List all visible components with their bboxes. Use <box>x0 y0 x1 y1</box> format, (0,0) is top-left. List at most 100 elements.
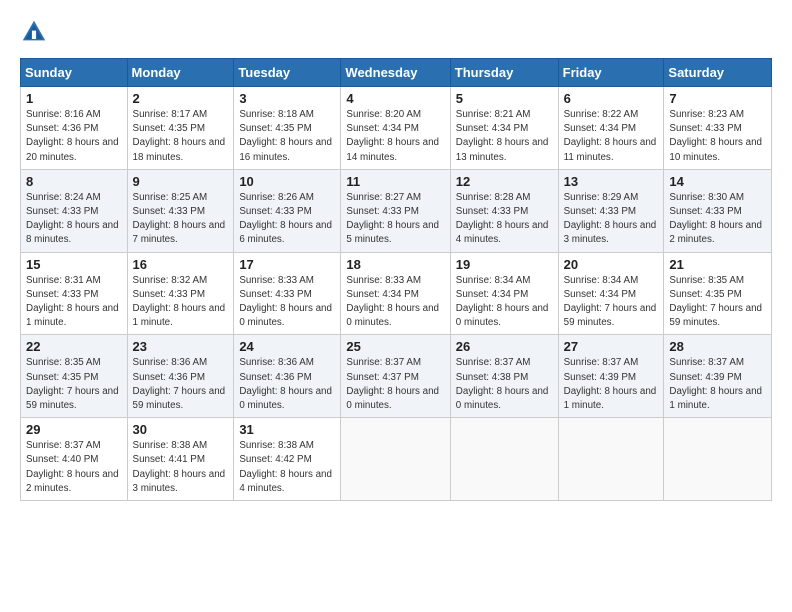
calendar: SundayMondayTuesdayWednesdayThursdayFrid… <box>20 58 772 501</box>
day-info: Sunrise: 8:23 AMSunset: 4:33 PMDaylight:… <box>669 108 766 165</box>
day-info: Sunrise: 8:29 AMSunset: 4:33 PMDaylight:… <box>564 191 659 248</box>
day-number: 28 <box>669 339 766 354</box>
calendar-cell: 27Sunrise: 8:37 AMSunset: 4:39 PMDayligh… <box>558 335 664 418</box>
day-info: Sunrise: 8:37 AMSunset: 4:40 PMDaylight:… <box>26 439 122 496</box>
calendar-cell: 7 Sunrise: 8:23 AMSunset: 4:33 PMDaylight… <box>664 87 772 170</box>
day-number: 19 <box>456 257 553 272</box>
calendar-cell: 23Sunrise: 8:36 AMSunset: 4:36 PMDayligh… <box>127 335 234 418</box>
calendar-cell: 18Sunrise: 8:33 AMSunset: 4:34 PMDayligh… <box>341 252 450 335</box>
calendar-cell: 26 Sunrise: 8:37 AMSunset: 4:38 PMDayligh… <box>450 335 558 418</box>
day-info: Sunrise: 8:28 AMSunset: 4:33 PMDaylight:… <box>456 191 553 248</box>
col-header-wednesday: Wednesday <box>341 59 450 87</box>
day-number: 5 <box>456 91 553 106</box>
day-info: Sunrise: 8:17 AMSunset: 4:35 PMDaylight:… <box>133 108 229 165</box>
calendar-cell: 3 Sunrise: 8:18 AMSunset: 4:35 PMDaylight… <box>234 87 341 170</box>
header <box>20 18 772 46</box>
day-number: 16 <box>133 257 229 272</box>
calendar-cell: 15 Sunrise: 8:31 AMSunset: 4:33 PMDayligh… <box>21 252 128 335</box>
calendar-week-1: 1 Sunrise: 8:16 AMSunset: 4:36 PMDaylight… <box>21 87 772 170</box>
day-info: Sunrise: 8:26 AMSunset: 4:33 PMDaylight:… <box>239 191 335 248</box>
day-info: Sunrise: 8:34 AMSunset: 4:34 PMDaylight:… <box>456 274 553 331</box>
calendar-cell <box>664 418 772 501</box>
day-info: Sunrise: 8:30 AMSunset: 4:33 PMDaylight:… <box>669 191 766 248</box>
day-number: 27 <box>564 339 659 354</box>
day-number: 1 <box>26 91 122 106</box>
day-number: 8 <box>26 174 122 189</box>
day-number: 7 <box>669 91 766 106</box>
day-info: Sunrise: 8:25 AMSunset: 4:33 PMDaylight:… <box>133 191 229 248</box>
calendar-cell: 28 Sunrise: 8:37 AMSunset: 4:39 PMDayligh… <box>664 335 772 418</box>
day-number: 6 <box>564 91 659 106</box>
calendar-cell: 5 Sunrise: 8:21 AMSunset: 4:34 PMDaylight… <box>450 87 558 170</box>
day-info: Sunrise: 8:37 AMSunset: 4:39 PMDaylight:… <box>669 356 766 413</box>
day-number: 26 <box>456 339 553 354</box>
calendar-cell <box>558 418 664 501</box>
calendar-cell: 9 Sunrise: 8:25 AMSunset: 4:33 PMDaylight… <box>127 169 234 252</box>
day-info: Sunrise: 8:37 AMSunset: 4:37 PMDaylight:… <box>346 356 444 413</box>
day-number: 29 <box>26 422 122 437</box>
calendar-cell: 12 Sunrise: 8:28 AMSunset: 4:33 PMDayligh… <box>450 169 558 252</box>
day-number: 2 <box>133 91 229 106</box>
day-number: 22 <box>26 339 122 354</box>
calendar-cell: 1 Sunrise: 8:16 AMSunset: 4:36 PMDaylight… <box>21 87 128 170</box>
calendar-cell: 25 Sunrise: 8:37 AMSunset: 4:37 PMDayligh… <box>341 335 450 418</box>
day-number: 4 <box>346 91 444 106</box>
day-number: 11 <box>346 174 444 189</box>
day-number: 23 <box>133 339 229 354</box>
calendar-week-2: 8 Sunrise: 8:24 AMSunset: 4:33 PMDaylight… <box>21 169 772 252</box>
col-header-friday: Friday <box>558 59 664 87</box>
day-info: Sunrise: 8:21 AMSunset: 4:34 PMDaylight:… <box>456 108 553 165</box>
day-info: Sunrise: 8:16 AMSunset: 4:36 PMDaylight:… <box>26 108 122 165</box>
day-number: 18 <box>346 257 444 272</box>
col-header-saturday: Saturday <box>664 59 772 87</box>
day-info: Sunrise: 8:22 AMSunset: 4:34 PMDaylight:… <box>564 108 659 165</box>
calendar-cell: 10 Sunrise: 8:26 AMSunset: 4:33 PMDayligh… <box>234 169 341 252</box>
day-number: 3 <box>239 91 335 106</box>
day-info: Sunrise: 8:34 AMSunset: 4:34 PMDaylight:… <box>564 274 659 331</box>
day-info: Sunrise: 8:31 AMSunset: 4:33 PMDaylight:… <box>26 274 122 331</box>
day-info: Sunrise: 8:35 AMSunset: 4:35 PMDaylight:… <box>669 274 766 331</box>
calendar-cell: 8 Sunrise: 8:24 AMSunset: 4:33 PMDaylight… <box>21 169 128 252</box>
logo-icon <box>20 18 48 46</box>
calendar-cell: 14 Sunrise: 8:30 AMSunset: 4:33 PMDayligh… <box>664 169 772 252</box>
calendar-cell: 11 Sunrise: 8:27 AMSunset: 4:33 PMDayligh… <box>341 169 450 252</box>
calendar-cell <box>341 418 450 501</box>
day-info: Sunrise: 8:27 AMSunset: 4:33 PMDaylight:… <box>346 191 444 248</box>
day-number: 25 <box>346 339 444 354</box>
day-number: 17 <box>239 257 335 272</box>
calendar-cell: 16 Sunrise: 8:32 AMSunset: 4:33 PMDayligh… <box>127 252 234 335</box>
day-info: Sunrise: 8:18 AMSunset: 4:35 PMDaylight:… <box>239 108 335 165</box>
page: SundayMondayTuesdayWednesdayThursdayFrid… <box>0 0 792 612</box>
calendar-week-4: 22 Sunrise: 8:35 AMSunset: 4:35 PMDayligh… <box>21 335 772 418</box>
day-number: 13 <box>564 174 659 189</box>
calendar-cell: 30Sunrise: 8:38 AMSunset: 4:41 PMDayligh… <box>127 418 234 501</box>
calendar-cell: 29 Sunrise: 8:37 AMSunset: 4:40 PMDayligh… <box>21 418 128 501</box>
day-number: 10 <box>239 174 335 189</box>
day-info: Sunrise: 8:37 AMSunset: 4:38 PMDaylight:… <box>456 356 553 413</box>
calendar-week-5: 29 Sunrise: 8:37 AMSunset: 4:40 PMDayligh… <box>21 418 772 501</box>
col-header-tuesday: Tuesday <box>234 59 341 87</box>
day-number: 9 <box>133 174 229 189</box>
day-info: Sunrise: 8:35 AMSunset: 4:35 PMDaylight:… <box>26 356 122 413</box>
day-info: Sunrise: 8:33 AMSunset: 4:33 PMDaylight:… <box>239 274 335 331</box>
col-header-sunday: Sunday <box>21 59 128 87</box>
calendar-cell: 6 Sunrise: 8:22 AMSunset: 4:34 PMDaylight… <box>558 87 664 170</box>
day-number: 12 <box>456 174 553 189</box>
day-info: Sunrise: 8:24 AMSunset: 4:33 PMDaylight:… <box>26 191 122 248</box>
day-number: 30 <box>133 422 229 437</box>
day-info: Sunrise: 8:32 AMSunset: 4:33 PMDaylight:… <box>133 274 229 331</box>
calendar-cell: 31Sunrise: 8:38 AMSunset: 4:42 PMDayligh… <box>234 418 341 501</box>
col-header-thursday: Thursday <box>450 59 558 87</box>
calendar-cell: 24Sunrise: 8:36 AMSunset: 4:36 PMDayligh… <box>234 335 341 418</box>
calendar-cell: 22 Sunrise: 8:35 AMSunset: 4:35 PMDayligh… <box>21 335 128 418</box>
calendar-week-3: 15 Sunrise: 8:31 AMSunset: 4:33 PMDayligh… <box>21 252 772 335</box>
col-header-monday: Monday <box>127 59 234 87</box>
calendar-cell: 19 Sunrise: 8:34 AMSunset: 4:34 PMDayligh… <box>450 252 558 335</box>
day-info: Sunrise: 8:20 AMSunset: 4:34 PMDaylight:… <box>346 108 444 165</box>
calendar-cell: 17 Sunrise: 8:33 AMSunset: 4:33 PMDayligh… <box>234 252 341 335</box>
day-number: 24 <box>239 339 335 354</box>
day-number: 15 <box>26 257 122 272</box>
day-info: Sunrise: 8:38 AMSunset: 4:42 PMDaylight:… <box>239 439 335 496</box>
day-number: 14 <box>669 174 766 189</box>
calendar-header-row: SundayMondayTuesdayWednesdayThursdayFrid… <box>21 59 772 87</box>
